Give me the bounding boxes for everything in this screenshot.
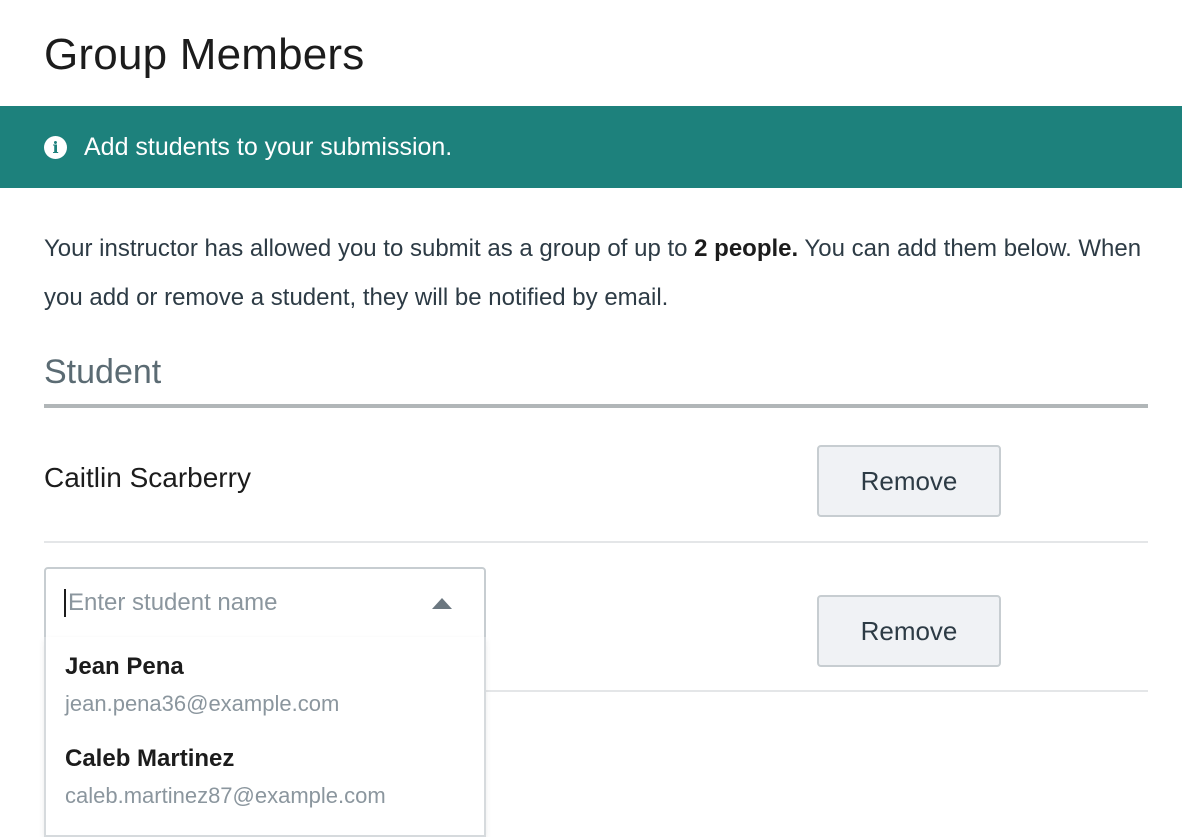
info-banner: i Add students to your submission. bbox=[0, 106, 1182, 188]
description-text-start: Your instructor has allowed you to submi… bbox=[44, 235, 695, 262]
info-icon: i bbox=[44, 135, 67, 159]
remove-new-member-button[interactable]: Remove bbox=[817, 595, 1001, 667]
caret-up-icon[interactable] bbox=[432, 598, 452, 609]
suggestion-email: caleb.martinez87@example.com bbox=[65, 783, 386, 808]
remove-member-button[interactable]: Remove bbox=[817, 445, 1001, 517]
member-name: Caitlin Scarberry bbox=[44, 462, 251, 493]
suggestion-email: jean.pena36@example.com bbox=[65, 691, 340, 716]
description-group-size: 2 people. bbox=[694, 235, 799, 262]
row-divider bbox=[44, 541, 1148, 543]
group-description: Your instructor has allowed you to submi… bbox=[44, 224, 1154, 322]
suggestion-option[interactable]: Jean Pena jean.pena36@example.com bbox=[65, 653, 339, 717]
suggestion-option[interactable]: Caleb Martinez caleb.martinez87@example.… bbox=[65, 745, 386, 809]
header-divider bbox=[44, 404, 1148, 408]
page-title: Group Members bbox=[44, 30, 365, 79]
suggestion-name: Jean Pena bbox=[65, 653, 184, 680]
student-name-combobox[interactable] bbox=[44, 567, 486, 639]
student-column-header: Student bbox=[44, 353, 162, 391]
student-suggestions-list: Jean Pena jean.pena36@example.com Caleb … bbox=[44, 637, 486, 837]
suggestion-name: Caleb Martinez bbox=[65, 745, 235, 772]
student-name-input[interactable] bbox=[64, 589, 404, 617]
banner-message: Add students to your submission. bbox=[84, 132, 453, 161]
